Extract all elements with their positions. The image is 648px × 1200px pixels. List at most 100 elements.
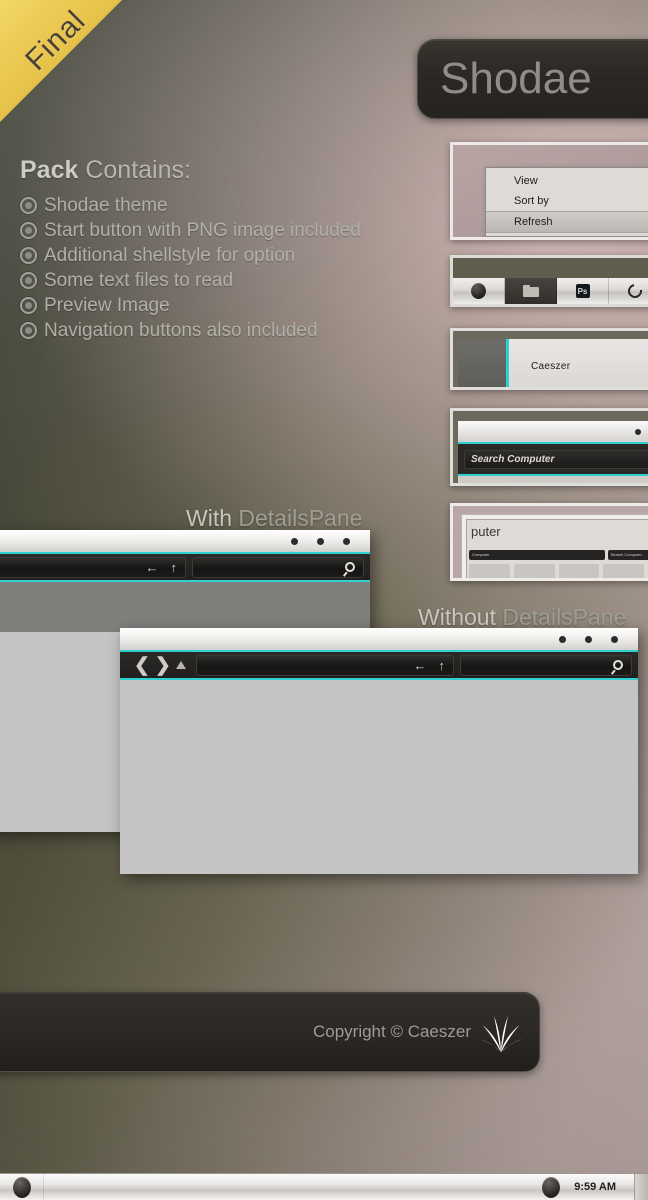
user-panel-content: Caeszer: [509, 339, 648, 387]
theme-title: Shodae: [440, 54, 592, 103]
label-with-prefix: With: [186, 505, 239, 531]
bullet-ring-icon: [20, 197, 37, 215]
back-arrow-icon[interactable]: ←: [146, 561, 159, 574]
search-placeholder-label: Search Computer: [471, 453, 555, 465]
list-item: Start button with PNG image included: [20, 218, 420, 243]
menu-item-view[interactable]: View: [486, 171, 648, 191]
window-titlebar[interactable]: [0, 530, 370, 554]
list-item-label: Additional shellstyle for option: [44, 245, 296, 267]
taskbar-preview: Ps: [453, 278, 648, 304]
show-desktop-button[interactable]: [634, 1174, 648, 1200]
search-box[interactable]: [192, 556, 364, 578]
start-menu-user-panel: Caeszer: [458, 339, 648, 387]
pack-contents-list: Shodae theme Start button with PNG image…: [20, 193, 420, 343]
pack-contents-heading: Pack Contains:: [20, 156, 420, 185]
list-item: Additional shellstyle for option: [20, 243, 420, 268]
pack-heading-rest: Contains:: [78, 156, 191, 184]
system-tray: 9:59 AM: [542, 1176, 634, 1198]
nested-address-bar[interactable]: Computer: [469, 550, 605, 560]
taskbar-button-explorer[interactable]: [505, 278, 557, 304]
list-item-label: Some text files to read: [44, 270, 234, 292]
taskbar-button-photoshop[interactable]: Ps: [557, 278, 609, 304]
start-button[interactable]: [0, 1174, 44, 1200]
address-bar-actions: ← ↑: [414, 659, 446, 672]
label-with-details-pane: With DetailsPane: [186, 505, 362, 532]
search-icon[interactable]: [610, 657, 626, 673]
explorer-window-without-details-pane[interactable]: ❮ ❯ ← ↑: [120, 628, 638, 874]
user-name-label: Caeszer: [531, 360, 571, 372]
list-item: Shodae theme: [20, 193, 420, 218]
address-bar-actions: ← ↑: [146, 561, 178, 574]
window-dot-minimize-icon[interactable]: [291, 537, 298, 545]
start-orb-icon: [12, 1176, 31, 1198]
bullet-ring-icon: [20, 247, 37, 265]
nested-screenshot-frame: puter Computer Search Computer: [461, 514, 648, 578]
copyright-text: Copyright © Caeszer: [312, 1022, 471, 1041]
back-arrow-icon[interactable]: ←: [414, 659, 427, 672]
forward-chevron-icon[interactable]: ❯: [155, 656, 171, 675]
window-titlebar[interactable]: [120, 628, 638, 652]
label-with-suffix: DetailsPane: [238, 505, 363, 531]
taskbar-start-button[interactable]: [453, 278, 505, 304]
menu-item-refresh[interactable]: Refresh: [486, 211, 648, 233]
window-navigation-bar: ❮ ❯ ← ↑: [120, 652, 638, 680]
menu-item-sort-by[interactable]: Sort by: [486, 191, 648, 211]
window-dot-minimize-icon[interactable]: [559, 635, 566, 643]
search-icon[interactable]: [342, 559, 358, 575]
start-orb-icon: [471, 283, 486, 299]
nested-breadcrumb-label: Computer: [472, 552, 490, 557]
nested-tile: [513, 564, 555, 578]
back-chevron-icon[interactable]: ❮: [134, 656, 150, 675]
theme-title-panel: Shodae: [417, 39, 648, 119]
address-bar[interactable]: ← ↑: [195, 654, 454, 676]
list-item-label: Shodae theme: [44, 195, 168, 216]
final-ribbon: Final: [0, 0, 122, 122]
folder-icon: [522, 285, 539, 297]
preview-card-search-window: Search Computer: [450, 408, 648, 486]
bullet-ring-icon: [20, 322, 37, 340]
label-without-details-pane: Without DetailsPane: [418, 604, 626, 631]
leaf-logo-icon: [479, 1016, 523, 1053]
nested-tile: [469, 564, 510, 578]
window-dot-minimize-icon[interactable]: [635, 428, 641, 435]
window-dot-maximize-icon[interactable]: [317, 537, 324, 545]
photoshop-icon: Ps: [575, 284, 590, 298]
user-panel-sidebar: [458, 339, 506, 387]
nested-toolbar: Computer Search Computer: [469, 550, 648, 560]
label-without-suffix: DetailsPane: [502, 604, 627, 630]
pack-heading-bold: Pack: [20, 156, 79, 184]
list-item-label: Preview Image: [44, 295, 170, 317]
list-item: Some text files to read: [20, 268, 420, 293]
search-window-body: [458, 474, 648, 483]
preview-card-nested-screenshot: puter Computer Search Computer: [450, 503, 648, 581]
clock-label[interactable]: 9:59 AM: [574, 1181, 616, 1193]
nested-search-bar[interactable]: Search Computer: [607, 550, 648, 560]
up-arrow-icon[interactable]: ↑: [171, 561, 178, 574]
taskbar-button-firefox[interactable]: [609, 278, 648, 304]
bullet-ring-icon: [20, 222, 37, 240]
list-item-label: Start button with PNG image included: [44, 220, 361, 242]
search-box[interactable]: [460, 654, 632, 676]
window-dot-maximize-icon[interactable]: [585, 635, 592, 643]
navigation-buttons: ❮ ❯: [126, 656, 190, 675]
recent-locations-dropdown-icon[interactable]: [175, 661, 186, 669]
nested-title-fragment: puter: [471, 524, 501, 539]
window-dot-close-icon[interactable]: [611, 635, 618, 643]
search-window-toolbar: Search Computer: [458, 444, 648, 474]
up-arrow-icon[interactable]: ↑: [439, 659, 446, 672]
list-item: Preview Image: [20, 293, 420, 318]
firefox-icon: [624, 281, 645, 301]
bullet-ring-icon: [20, 297, 37, 315]
context-menu[interactable]: View Sort by Refresh: [485, 167, 648, 237]
search-input[interactable]: Search Computer: [464, 449, 648, 469]
search-window-preview: Search Computer: [458, 421, 648, 483]
address-bar[interactable]: ← ↑: [0, 556, 186, 578]
tray-orb-icon[interactable]: [542, 1176, 561, 1198]
preview-card-taskbar: Ps: [450, 255, 648, 307]
details-pane: [0, 582, 370, 632]
nested-screenshot-inner: puter Computer Search Computer: [466, 519, 648, 578]
search-window-titlebar: [458, 421, 648, 444]
window-dot-close-icon[interactable]: [343, 537, 350, 545]
preview-card-context-menu: View Sort by Refresh: [450, 142, 648, 240]
nested-tile: [558, 564, 600, 578]
